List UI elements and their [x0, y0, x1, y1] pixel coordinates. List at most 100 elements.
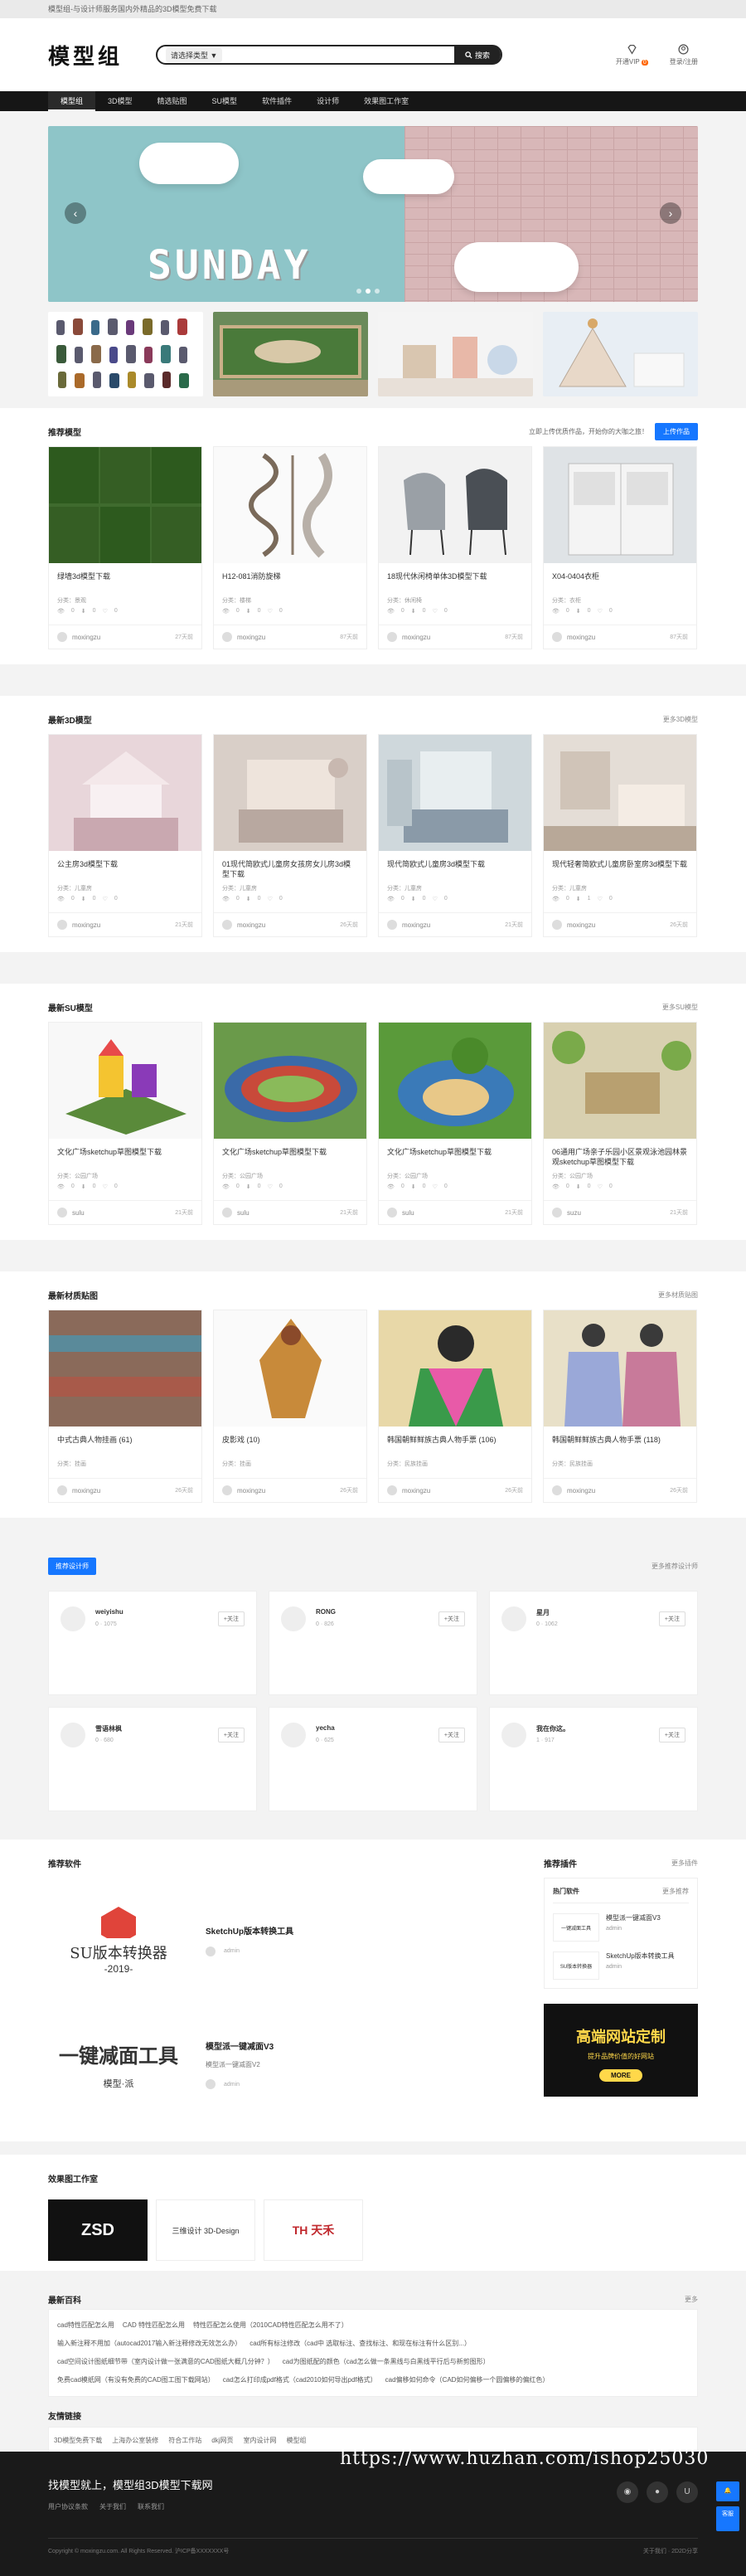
card-author[interactable]: moxingzu: [402, 634, 430, 641]
search-input[interactable]: [227, 51, 455, 59]
article-link[interactable]: cad偏移如何命令（CAD如何偏移一个圆偏移的偏红色）: [385, 2371, 550, 2389]
texture-card[interactable]: 韩国朝鲜鲜族古典人物手票 (118) 分类：民族挂画 moxingzu 26天前: [543, 1310, 697, 1503]
model-card[interactable]: 文化广场sketchup草图模型下载 分类：公园广场 👁 0 ⬇ 0 ♡ 0 sulu 21…: [378, 1022, 532, 1225]
model-card[interactable]: 文化广场sketchup草图模型下载 分类：公园广场 👁 0 ⬇ 0 ♡ 0 sulu 21…: [213, 1022, 367, 1225]
designer-card[interactable]: RONG 0 · 826 +关注: [269, 1591, 477, 1695]
card-author[interactable]: moxingzu: [567, 1487, 595, 1495]
friend-link[interactable]: 模型组: [286, 2436, 306, 2445]
banner-dot[interactable]: [366, 289, 371, 294]
studio-logo[interactable]: ZSD: [48, 2199, 148, 2261]
float-service-button[interactable]: 客服: [716, 2506, 739, 2531]
ad-more-button[interactable]: MORE: [599, 2069, 642, 2082]
designer-name[interactable]: 雪语林枫: [95, 1724, 122, 1733]
follow-button[interactable]: +关注: [658, 1728, 685, 1742]
model-card[interactable]: 18现代休闲椅单体3D模型下载 分类：休闲椅 👁 0 ⬇ 0 ♡ 0 moxingzu 87…: [378, 446, 532, 649]
card-author[interactable]: moxingzu: [72, 634, 100, 641]
vip-link[interactable]: 开通VIP 0: [616, 44, 648, 66]
card-author[interactable]: moxingzu: [567, 634, 595, 641]
more-link[interactable]: 更多: [685, 2295, 698, 2304]
model-card[interactable]: H12-081消防旋梯 分类：楼梯 👁 0 ⬇ 0 ♡ 0 moxingzu 87天前: [213, 446, 367, 649]
article-link[interactable]: 输入新注释不用加（autocad2017输入新注释修改无效怎么办）: [57, 2335, 241, 2353]
tab-hot[interactable]: 热门软件: [553, 1887, 579, 1896]
card-author[interactable]: moxingzu: [567, 921, 595, 929]
banner-dot[interactable]: [375, 289, 380, 294]
software-name[interactable]: SketchUp版本转换工具: [206, 1924, 293, 1937]
search-button[interactable]: 搜索: [454, 46, 501, 64]
upload-button[interactable]: 上传作品: [655, 422, 698, 440]
tab-more[interactable]: 更多推荐: [662, 1887, 689, 1896]
wechat-icon[interactable]: ◉: [617, 2481, 638, 2503]
article-link[interactable]: cad怎么打印成pdf格式（cad2010如何导出pdf格式）: [223, 2371, 377, 2389]
hero-banner[interactable]: SUNDAY ‹ ›: [48, 126, 698, 302]
banner-prev-button[interactable]: ‹: [65, 202, 86, 224]
article-link[interactable]: 特性匹配怎么使用（2010CAD特性匹配怎么用不了）: [193, 2316, 348, 2335]
model-card[interactable]: 现代轻奢简欧式儿童房卧室房3d模型下载 分类：儿童房 👁 0 ⬇ 1 ♡ 0 moxing…: [543, 734, 697, 937]
friend-link[interactable]: dkj网页: [211, 2436, 233, 2445]
card-author[interactable]: sulu: [72, 1209, 85, 1217]
banner-next-button[interactable]: ›: [660, 202, 681, 224]
follow-button[interactable]: +关注: [438, 1728, 465, 1742]
designer-card[interactable]: 星月 0 · 1062 +关注: [489, 1591, 698, 1695]
designer-name[interactable]: yecha: [316, 1724, 335, 1732]
more-link[interactable]: 更多SU模型: [662, 1003, 698, 1012]
more-link[interactable]: 更多3D模型: [663, 715, 698, 724]
studio-logo[interactable]: 三维设计 3D-Design: [156, 2199, 255, 2261]
studio-logo[interactable]: TH 天禾: [264, 2199, 363, 2261]
follow-button[interactable]: +关注: [217, 1611, 245, 1626]
model-card[interactable]: 01现代简欧式儿童房女孩房女儿房3d模型下载 分类：儿童房 👁 0 ⬇ 0 ♡ 0 mox…: [213, 734, 367, 937]
software-item[interactable]: SU版本转换器 -2019- SketchUp版本转换工具 admin: [48, 1878, 529, 2002]
thumb-characters[interactable]: [48, 312, 203, 396]
more-link[interactable]: 更多推荐设计师: [652, 1562, 698, 1571]
card-author[interactable]: moxingzu: [72, 1487, 100, 1495]
article-link[interactable]: cad空间设计图纸细节带（室内设计做一张满意的CAD图纸大概几分钟？）: [57, 2353, 274, 2371]
card-author[interactable]: sulu: [402, 1209, 414, 1217]
more-link[interactable]: 更多材质贴图: [658, 1290, 698, 1300]
footer-link[interactable]: 用户协议条款: [48, 2502, 88, 2511]
designer-name[interactable]: 星月: [536, 1608, 550, 1617]
friend-link[interactable]: 上海办公室装修: [112, 2436, 158, 2445]
model-card[interactable]: 公主房3d模型下载 分类：儿童房 👁 0 ⬇ 0 ♡ 0 moxingzu 21天前: [48, 734, 202, 937]
weibo-icon[interactable]: ●: [647, 2481, 668, 2503]
texture-card[interactable]: 韩国朝鲜鲜族古典人物手票 (106) 分类：民族挂画 moxingzu 26天前: [378, 1310, 532, 1503]
card-author[interactable]: suzu: [567, 1209, 581, 1217]
card-author[interactable]: moxingzu: [402, 921, 430, 929]
card-author[interactable]: moxingzu: [72, 921, 100, 929]
article-link[interactable]: cad所有标注修改（cad中 选取标注、查找标注、和现在标注有什么区别...）: [249, 2335, 471, 2353]
model-card[interactable]: 绿墙3d模型下载 分类：景观 👁 0 ⬇ 0 ♡ 0 moxingzu 27天前: [48, 446, 202, 649]
designer-card[interactable]: 我在你这。 1 · 917 +关注: [489, 1707, 698, 1811]
friend-link[interactable]: 3D模型免费下载: [54, 2436, 102, 2445]
card-author[interactable]: moxingzu: [237, 921, 265, 929]
user-icon[interactable]: U: [676, 2481, 698, 2503]
model-card[interactable]: 文化广场sketchup草图模型下载 分类：公园广场 👁 0 ⬇ 0 ♡ 0 sulu 21…: [48, 1022, 202, 1225]
designer-name[interactable]: RONG: [316, 1608, 336, 1616]
article-link[interactable]: CAD 特性匹配怎么用: [123, 2316, 185, 2335]
thumb-tent[interactable]: [543, 312, 698, 396]
more-link[interactable]: 更多插件: [671, 1859, 698, 1868]
designer-card[interactable]: weiyishu 0 · 1075 +关注: [48, 1591, 257, 1695]
footer-link[interactable]: 关于我们: [99, 2502, 126, 2511]
nav-3d-models[interactable]: 3D模型: [95, 91, 145, 111]
follow-button[interactable]: +关注: [217, 1728, 245, 1742]
designer-name[interactable]: weiyishu: [95, 1608, 124, 1616]
software-name[interactable]: 模型派一键减面V3: [206, 2039, 274, 2052]
friend-link[interactable]: 室内设计网: [243, 2436, 276, 2445]
nav-software[interactable]: 软件插件: [249, 91, 304, 111]
article-link[interactable]: cad特性匹配怎么用: [57, 2316, 114, 2335]
designer-name[interactable]: 我在你这。: [536, 1724, 569, 1733]
friend-link[interactable]: 符合工作站: [168, 2436, 201, 2445]
designer-card[interactable]: yecha 0 · 625 +关注: [269, 1707, 477, 1811]
nav-studios[interactable]: 效果图工作室: [351, 91, 421, 111]
thumb-kids-furniture[interactable]: [378, 312, 533, 396]
login-link[interactable]: 登录/注册: [670, 43, 698, 66]
plugin-item[interactable]: SU版本转换器 SketchUp版本转换工具 admin: [553, 1951, 689, 1980]
software-item[interactable]: 一键减面工具 模型·派 模型派一键减面V3 模型派一键减面V2 admin: [48, 2002, 529, 2126]
footer-link[interactable]: 联系我们: [138, 2502, 164, 2511]
texture-card[interactable]: 皮影戏 (10) 分类：挂画 moxingzu 26天前: [213, 1310, 367, 1503]
banner-dot[interactable]: [356, 289, 361, 294]
nav-home[interactable]: 模型组: [48, 91, 96, 111]
card-author[interactable]: moxingzu: [237, 1487, 265, 1495]
designers-tag[interactable]: 推荐设计师: [48, 1557, 96, 1575]
nav-textures[interactable]: 精选贴图: [145, 91, 200, 111]
model-card[interactable]: 06通用广场亲子乐园小区景观泳池园林景观sketchup草图模型下载 分类：公园…: [543, 1022, 697, 1225]
card-author[interactable]: sulu: [237, 1209, 249, 1217]
